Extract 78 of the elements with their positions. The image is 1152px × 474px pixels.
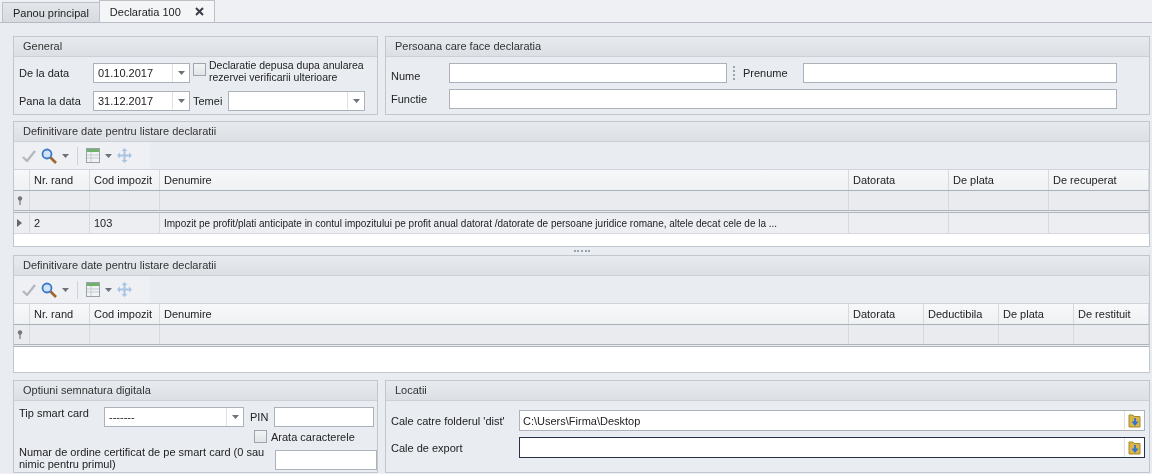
group-title: General: [23, 40, 63, 52]
caret-icon: [105, 287, 112, 292]
field-label: Temei: [193, 95, 223, 107]
checkbox-label: Declaratie depusa dupa anularea rezervei verificarii ulterioare: [209, 60, 365, 83]
search-icon[interactable]: [41, 281, 57, 298]
checkbox[interactable]: [193, 63, 206, 76]
group-title: Optiuni semnatura digitala: [23, 384, 151, 396]
date-field[interactable]: 01.10.2017: [93, 63, 190, 83]
field-label: Numar de ordine certificat de pe smart card (0 sau nimic pentru primul): [19, 446, 266, 470]
close-icon[interactable]: [194, 7, 204, 16]
splitter-handle[interactable]: [573, 250, 590, 252]
column-header[interactable]: Nr. rand: [30, 304, 90, 324]
column-header[interactable]: De plata: [999, 304, 1074, 324]
splitter-handle[interactable]: [733, 66, 735, 80]
group-title: Locatii: [395, 384, 427, 396]
table-row[interactable]: 2 103 Impozit pe profit/plati anticipate in contul impozitului pe profit anual datorat /datorate de persoane juridice romane, altele decat cele de la ...: [14, 213, 1149, 234]
column-header[interactable]: Cod impozit: [90, 170, 160, 190]
caret-icon: [177, 71, 185, 75]
text-field[interactable]: [449, 89, 1117, 109]
table-cell: 2: [34, 217, 41, 229]
table-cell: Impozit pe profit/plati anticipate in contul impozitului pe profit anual datorat /datorate de persoane juridice romane, altele decat cele de la ...: [164, 217, 778, 229]
field-label: Cale de export: [391, 441, 464, 454]
filter-row[interactable]: [14, 325, 1149, 347]
path-field[interactable]: [519, 437, 1145, 458]
grid-layout-icon[interactable]: [86, 148, 100, 163]
group-title: Definitivare date pentru listare declaratii: [23, 259, 217, 271]
pin-icon: [17, 196, 23, 205]
field-label: Nume: [391, 70, 422, 82]
group-title: Definitivare date pentru listare declaratii: [23, 125, 217, 137]
folder-icon: [1128, 413, 1141, 428]
column-header[interactable]: Datorata: [849, 170, 949, 190]
field-label: Prenume: [743, 67, 789, 79]
table-cell: 103: [94, 217, 113, 229]
browse-button[interactable]: [1124, 411, 1144, 430]
password-field[interactable]: [274, 407, 374, 427]
field-label: Pana la data: [19, 95, 82, 107]
search-icon[interactable]: [41, 147, 57, 164]
tab[interactable]: Declaratia 100: [98, 0, 215, 22]
checkbox[interactable]: [254, 430, 267, 443]
field-label: Cale catre folderul 'dist': [391, 414, 506, 427]
checkmark-icon[interactable]: [22, 283, 36, 296]
checkbox-label: Arata caracterele: [271, 430, 355, 443]
field-label: Tip smart card: [19, 407, 90, 419]
path-field[interactable]: C:\Users\Firma\Desktop: [519, 410, 1145, 431]
column-header[interactable]: Nr. rand: [30, 170, 90, 190]
folder-icon: [1128, 440, 1141, 455]
move-arrows-icon[interactable]: [117, 282, 132, 297]
column-header[interactable]: Denumire: [160, 170, 849, 190]
group-title: Persoana care face declaratia: [395, 40, 542, 52]
column-header[interactable]: Cod impozit: [90, 304, 160, 324]
caret-icon: [177, 99, 185, 103]
caret-icon: [231, 415, 239, 419]
checkmark-icon[interactable]: [22, 149, 36, 162]
dropdown-field[interactable]: -------: [104, 407, 244, 427]
field-label: De la data: [19, 67, 71, 79]
field-label: Functie: [391, 93, 429, 105]
text-field[interactable]: [275, 450, 377, 470]
filter-row[interactable]: [14, 191, 1149, 213]
tab[interactable]: Panou principal: [2, 2, 100, 22]
field-label: PIN: [250, 411, 270, 423]
column-header[interactable]: Deductibila: [924, 304, 999, 324]
browse-button[interactable]: [1124, 438, 1144, 457]
caret-icon: [62, 153, 69, 158]
text-field[interactable]: [449, 63, 727, 83]
date-field[interactable]: 31.12.2017: [93, 91, 190, 111]
column-header[interactable]: De plata: [949, 170, 1049, 190]
caret-icon: [62, 287, 69, 292]
column-header[interactable]: Denumire: [160, 304, 849, 324]
grid-layout-icon[interactable]: [86, 282, 100, 297]
caret-icon: [105, 153, 112, 158]
move-arrows-icon[interactable]: [117, 148, 132, 163]
text-field[interactable]: [803, 63, 1117, 83]
column-header[interactable]: Datorata: [849, 304, 924, 324]
dropdown-field[interactable]: [228, 91, 366, 111]
column-header[interactable]: De recuperat: [1049, 170, 1149, 190]
caret-icon: [352, 99, 360, 103]
pin-icon: [17, 330, 23, 339]
column-header[interactable]: De restituit: [1074, 304, 1149, 324]
